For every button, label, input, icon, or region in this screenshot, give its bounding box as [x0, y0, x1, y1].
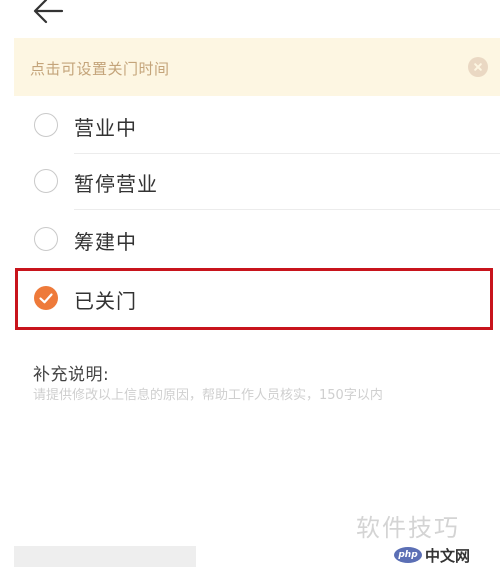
option-label: 筹建中 — [74, 230, 137, 254]
php-logo: php — [394, 547, 422, 563]
bottom-button[interactable] — [14, 546, 196, 567]
option-label: 暂停营业 — [74, 172, 158, 196]
radio-unchecked-icon — [34, 113, 58, 137]
arrow-left-icon — [33, 0, 64, 24]
radio-unchecked-icon — [34, 227, 58, 251]
option-label: 营业中 — [74, 116, 137, 140]
option-preparing[interactable]: 筹建中 — [14, 212, 500, 268]
status-edit-page: 点击可设置关门时间 营业中 暂停营业 筹建中 已关门 补充说明: 软件技巧 ph… — [0, 0, 500, 567]
option-open[interactable]: 营业中 — [14, 98, 500, 154]
divider — [74, 209, 500, 210]
supplement-title: 补充说明: — [33, 365, 110, 385]
site-watermark: php 中文网 — [394, 544, 470, 566]
top-bar — [0, 0, 500, 36]
site-name: 中文网 — [425, 546, 471, 565]
option-paused[interactable]: 暂停营业 — [14, 154, 500, 210]
back-button[interactable] — [30, 0, 70, 30]
radio-unchecked-icon — [34, 169, 58, 193]
notice-banner[interactable]: 点击可设置关门时间 — [14, 38, 500, 96]
watermark-text: 软件技巧 — [356, 514, 460, 542]
close-circle-icon[interactable] — [468, 57, 488, 77]
highlight-frame — [15, 268, 493, 330]
notice-text: 点击可设置关门时间 — [30, 60, 170, 78]
supplement-input[interactable] — [33, 386, 473, 434]
